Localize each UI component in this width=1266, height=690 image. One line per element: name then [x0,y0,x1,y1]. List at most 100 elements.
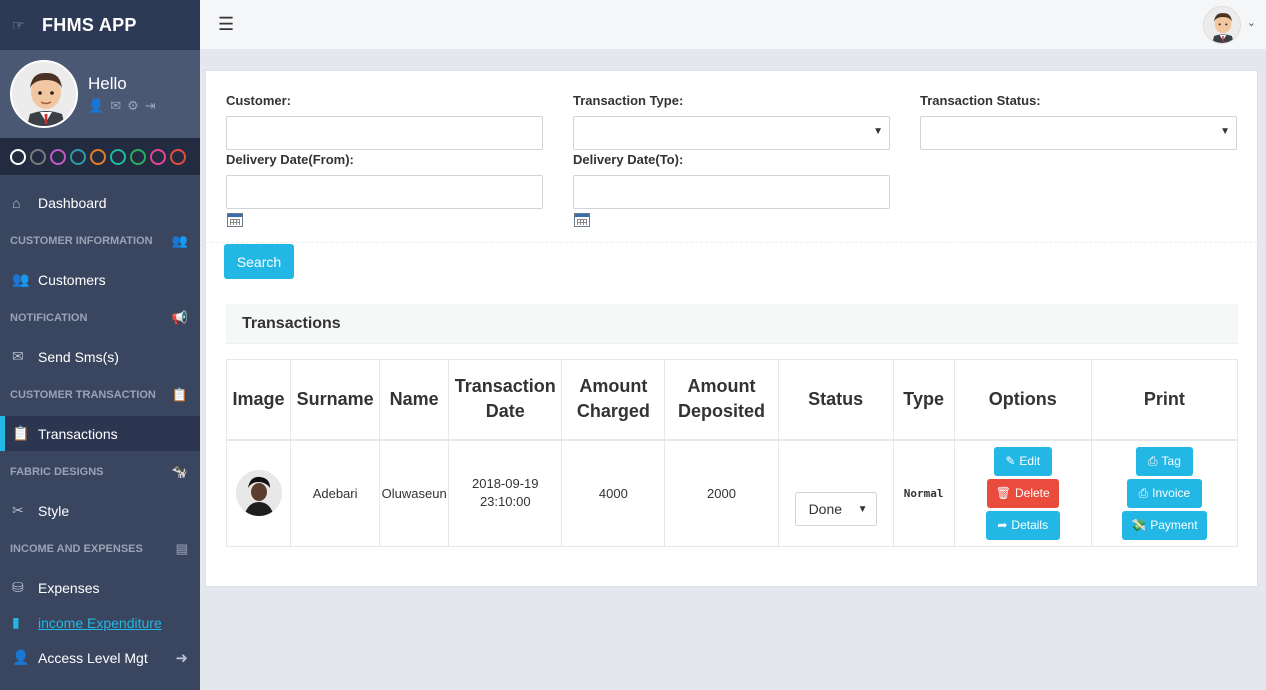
cattle-icon: 🐄 [171,464,188,479]
button-label: Delete [1015,486,1050,501]
trash-icon: 🗑 [995,486,1011,501]
main-panel: Customer: Transaction Type: ▼ Transactio… [205,70,1258,587]
caret-down-icon: ▼ [1220,126,1230,137]
header-line: Deposited [677,401,765,422]
hand-pointer-icon[interactable]: ☞ [12,17,42,34]
delivery-from-label: Delivery Date(From): [226,152,354,167]
swatch-red[interactable] [170,148,186,165]
sidebar-section-income-expenses: INCOME AND EXPENSES ▤ [0,528,200,570]
profile-panel: Hello 👤 ✉ ⚙ ⇥ [0,50,200,138]
sidebar-item-access-level[interactable]: 👤 Access Level Mgt ➜ [0,640,200,675]
envelope-icon[interactable]: ✉ [110,98,121,114]
search-button[interactable]: Search [224,244,294,279]
header-line: Amount [687,376,756,397]
sidebar: ☞ FHMS APP Hello 👤 ✉ ⚙ ⇥ ⌂ Dashboard CUS… [0,0,200,690]
printer-icon: ⎙ [1138,485,1149,500]
section-label: CUSTOMER TRANSACTION [10,389,156,401]
coins-icon: ⛁ [12,579,24,595]
col-surname: Surname [290,359,381,441]
sidebar-item-label: Style [38,502,70,519]
user-avatar-button[interactable] [1203,6,1241,44]
date-value: 2018-09-19 [472,476,539,492]
bar-chart-icon: ▮ [12,614,20,630]
hamburger-menu-icon[interactable]: ☰ [218,14,234,35]
status-select[interactable]: Done ▼ [794,492,877,527]
edit-button[interactable]: ✎ Edit [993,446,1052,476]
delivery-from-input[interactable] [226,175,543,209]
col-name: Name [379,359,450,441]
transaction-type-label: Transaction Type: [573,93,684,108]
sidebar-item-label: Customers [38,271,106,288]
edit-icon: ✎ [1005,454,1016,469]
newspaper-icon: ▤ [175,541,188,556]
top-header: ☰ ⌄ [200,0,1266,50]
swatch-green[interactable] [130,148,146,165]
col-type: Type [892,359,955,441]
swatch-gray[interactable] [30,148,46,165]
section-label: FABRIC DESIGNS [10,466,104,478]
swatch-cyan[interactable] [110,148,126,165]
button-label: Payment [1150,518,1198,533]
print-payment-button[interactable]: 💸 Payment [1121,510,1207,540]
customer-input[interactable] [226,116,543,150]
swatch-purple[interactable] [50,148,66,165]
home-icon: ⌂ [12,194,21,211]
button-label: Invoice [1152,486,1191,501]
transaction-type-select[interactable]: ▼ [573,116,890,150]
cell-print: ⎙ Tag ⎙ Invoice 💸 Payment [1090,439,1239,547]
chevron-down-icon[interactable]: ⌄ [1247,16,1256,29]
cell-status: Done ▼ [777,439,894,547]
table-header-row: Image Surname Name Transaction Date Amou… [225,359,1239,441]
clipboard-icon: 📋 [171,387,188,402]
sidebar-item-income-expenditure[interactable]: ▮ income Expenditure [0,605,200,640]
section-label: CUSTOMER INFORMATION [10,235,153,247]
delivery-to-label: Delivery Date(To): [573,152,684,167]
header-line: Transaction [454,376,556,397]
sidebar-section-customer-transaction: CUSTOMER TRANSACTION 📋 [0,374,200,416]
gear-icon[interactable]: ⚙ [127,98,139,114]
caret-down-icon: ▼ [873,126,883,137]
col-print: Print [1090,359,1239,441]
col-status: Status [777,359,894,441]
time-value: 23:10:00 [479,494,531,510]
swatch-white[interactable] [10,148,26,165]
delivery-to-input[interactable] [573,175,890,209]
transaction-status-select[interactable]: ▼ [920,116,1237,150]
divider [206,242,1257,243]
cell-image [225,439,292,547]
sidebar-item-label: Send Sms(s) [38,348,119,365]
calendar-icon[interactable] [227,213,243,227]
share-icon: ➦ [997,518,1008,533]
sidebar-item-send-sms[interactable]: ✉ Send Sms(s) [0,339,200,374]
calendar-icon[interactable] [574,213,590,227]
col-amount-charged: Amount Charged [561,359,666,441]
swatch-pink[interactable] [150,148,166,165]
details-button[interactable]: ➦ Details [985,510,1060,540]
transactions-heading: Transactions [226,304,1238,344]
sidebar-item-transactions[interactable]: 📋 Transactions [0,416,200,451]
user-icon[interactable]: 👤 [88,98,104,114]
sidebar-item-dashboard[interactable]: ⌂ Dashboard [0,185,200,220]
caret-down-icon: ▼ [857,503,868,515]
clipboard-icon: 📋 [12,425,30,441]
arrow-right-icon: ➜ [175,649,188,667]
sidebar-item-expenses[interactable]: ⛁ Expenses [0,570,200,605]
customer-photo [235,470,282,517]
print-tag-button[interactable]: ⎙ Tag [1135,446,1193,476]
button-label: Tag [1161,454,1181,469]
sidebar-item-label[interactable]: income Expenditure [38,615,162,631]
delete-button[interactable]: 🗑 Delete [986,478,1059,508]
scissors-icon: ✂ [12,502,24,518]
header-line: Amount [579,376,648,397]
sidebar-item-customers[interactable]: 👥 Customers [0,262,200,297]
transaction-status-label: Transaction Status: [920,93,1041,108]
print-invoice-button[interactable]: ⎙ Invoice [1126,478,1202,508]
cell-surname: Adebari [290,439,381,547]
sidebar-item-style[interactable]: ✂ Style [0,493,200,528]
logout-icon[interactable]: ⇥ [145,98,156,114]
cell-transaction-date: 2018-09-19 23:10:00 [448,439,563,547]
table-row: Adebari Oluwaseun 2018-09-19 23:10:00 40… [225,439,1239,547]
section-label: INCOME AND EXPENSES [10,543,143,555]
swatch-orange[interactable] [90,148,106,165]
swatch-teal[interactable] [70,148,86,165]
